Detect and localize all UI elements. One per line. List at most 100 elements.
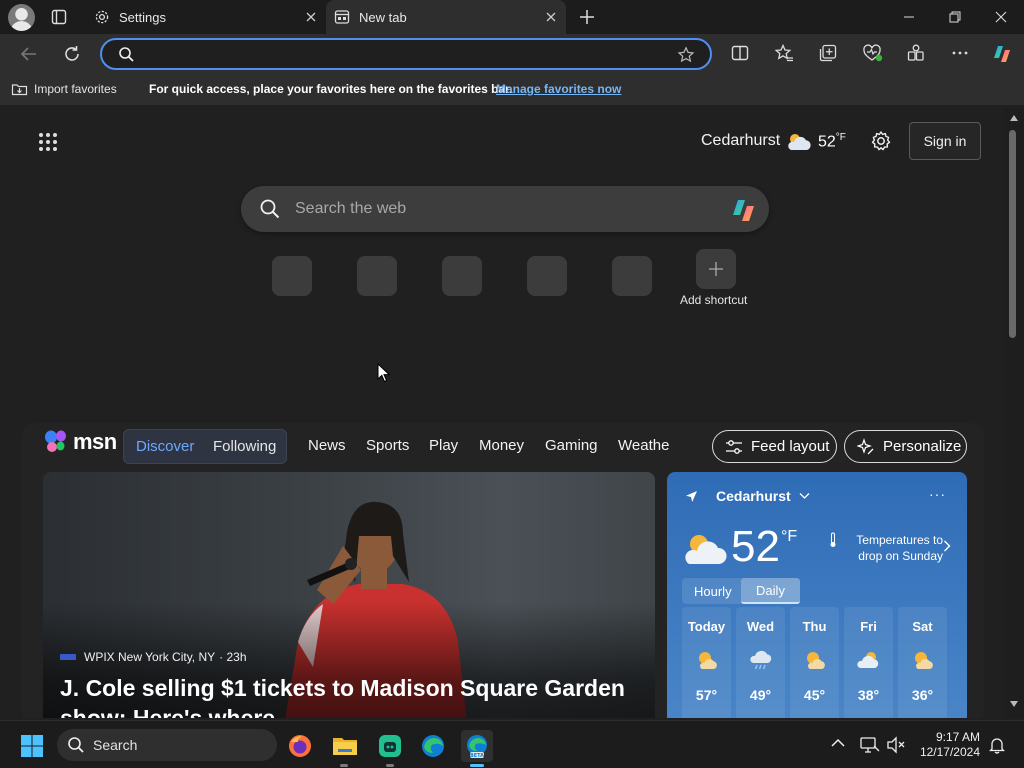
tab-daily[interactable]: Daily: [741, 578, 800, 604]
story-source[interactable]: WPIX New York City, NY · 23h: [60, 650, 247, 664]
msn-butterfly-icon: [44, 429, 70, 455]
forecast-day[interactable]: Wed 49°: [736, 607, 785, 718]
star-icon[interactable]: [677, 46, 695, 64]
tab-discover[interactable]: Discover: [136, 438, 194, 455]
notification-bell-icon[interactable]: [989, 736, 1005, 754]
tab-new-tab[interactable]: New tab: [326, 0, 566, 34]
tab-label: Settings: [119, 9, 166, 25]
day-name: Fri: [860, 619, 877, 634]
volume-muted-icon[interactable]: [886, 736, 906, 754]
add-shortcut-button[interactable]: [696, 249, 736, 289]
weather-location-name: Cedarhurst: [716, 488, 791, 504]
weather-card[interactable]: Cedarhurst ··· 52 °F Temperatures to dro…: [667, 472, 967, 718]
tab-actions-icon[interactable]: [50, 8, 68, 26]
firefox-icon[interactable]: [284, 730, 316, 762]
back-button[interactable]: [18, 43, 40, 65]
forecast-day[interactable]: Thu 45°: [790, 607, 839, 718]
web-search-input[interactable]: [295, 198, 695, 220]
shortcut-tile[interactable]: [527, 256, 567, 296]
clock-time: 9:17 AM: [935, 730, 980, 744]
edge-beta-icon[interactable]: BETA: [461, 730, 493, 762]
cloudy-icon: [857, 649, 881, 671]
favorites-icon[interactable]: [774, 43, 794, 63]
nav-weather[interactable]: Weathe: [618, 437, 669, 454]
display-icon[interactable]: [860, 736, 880, 754]
weather-location[interactable]: Cedarhurst: [685, 488, 810, 504]
forecast-day[interactable]: Sat 36°: [898, 607, 947, 718]
chevron-up-icon[interactable]: [831, 738, 845, 748]
tab-hourly[interactable]: Hourly: [694, 584, 732, 599]
msn-logo[interactable]: msn: [44, 429, 117, 455]
copilot-icon[interactable]: [990, 42, 1014, 66]
refresh-button[interactable]: [61, 43, 83, 65]
copilot-icon[interactable]: [728, 196, 760, 224]
tab-settings[interactable]: Settings: [84, 0, 326, 34]
close-icon[interactable]: [304, 10, 318, 24]
scroll-down-arrow-icon[interactable]: [1009, 700, 1019, 708]
collections-icon[interactable]: [818, 43, 838, 63]
nav-play[interactable]: Play: [429, 437, 458, 454]
nav-sports[interactable]: Sports: [366, 437, 409, 454]
browser-essentials-icon[interactable]: [862, 43, 884, 63]
file-explorer-icon[interactable]: [329, 730, 361, 762]
windows-start-icon[interactable]: [20, 734, 44, 758]
nav-money[interactable]: Money: [479, 437, 524, 454]
shortcut-tile[interactable]: [357, 256, 397, 296]
sliders-icon: [725, 439, 743, 455]
shortcut-tile[interactable]: [272, 256, 312, 296]
scroll-thumb[interactable]: [1009, 130, 1016, 338]
partly-sunny-icon: [695, 649, 719, 671]
forecast-tabs: Hourly Daily: [682, 578, 800, 604]
partly-sunny-icon: [803, 649, 827, 671]
taskbar-clock[interactable]: 9:17 AM 12/17/2024: [916, 730, 980, 760]
taskbar-search-box[interactable]: Search: [57, 729, 277, 761]
manage-favorites-link[interactable]: Manage favorites now: [496, 82, 621, 96]
profile-avatar[interactable]: [8, 4, 35, 31]
minimize-button[interactable]: [886, 0, 932, 34]
forecast-day[interactable]: Fri 38°: [844, 607, 893, 718]
running-indicator: [340, 764, 348, 767]
extensions-icon[interactable]: [906, 43, 926, 63]
page-settings-gear-icon[interactable]: [870, 130, 892, 152]
close-icon[interactable]: [544, 10, 558, 24]
ntp-location[interactable]: Cedarhurst: [701, 132, 780, 150]
page-scrollbar[interactable]: [1004, 108, 1024, 718]
copilot-app-icon[interactable]: [374, 730, 406, 762]
scroll-up-arrow-icon[interactable]: [1009, 114, 1019, 122]
story-publisher: WPIX New York City, NY: [84, 650, 216, 664]
feed-view-switch: Discover Following: [123, 429, 287, 464]
tab-following[interactable]: Following: [213, 438, 276, 455]
address-input[interactable]: [142, 44, 662, 64]
app-launcher-icon[interactable]: [38, 132, 58, 152]
hero-story-card[interactable]: WPIX New York City, NY · 23h J. Cole sel…: [43, 472, 655, 718]
search-icon: [259, 198, 281, 220]
chevron-right-icon[interactable]: [943, 540, 951, 552]
nav-news[interactable]: News: [308, 437, 346, 454]
shortcut-tile[interactable]: [612, 256, 652, 296]
msn-wordmark: msn: [73, 429, 117, 454]
close-window-button[interactable]: [978, 0, 1024, 34]
edge-icon[interactable]: [417, 730, 449, 762]
more-options-icon[interactable]: [950, 43, 970, 63]
import-favorites-button[interactable]: Import favorites: [11, 81, 117, 96]
restore-button[interactable]: [932, 0, 978, 34]
weather-alert[interactable]: Temperatures to drop on Sunday: [833, 532, 943, 564]
location-arrow-icon: [685, 490, 698, 503]
shortcut-tile[interactable]: [442, 256, 482, 296]
nav-gaming[interactable]: Gaming: [545, 437, 598, 454]
split-screen-icon[interactable]: [730, 43, 750, 63]
forecast-day[interactable]: Today 57°: [682, 607, 731, 718]
clock-date: 12/17/2024: [919, 745, 980, 759]
personalize-button[interactable]: Personalize: [844, 430, 967, 463]
new-tab-button[interactable]: [578, 8, 596, 26]
story-headline[interactable]: J. Cole selling $1 tickets to Madison Sq…: [60, 673, 640, 718]
address-bar[interactable]: [100, 38, 712, 70]
partly-sunny-icon: [911, 649, 935, 671]
more-icon[interactable]: ···: [929, 486, 946, 502]
web-search-box[interactable]: [241, 186, 769, 232]
ntp-temperature[interactable]: 52°F: [818, 132, 846, 151]
day-name: Sat: [912, 619, 933, 634]
feed-layout-button[interactable]: Feed layout: [712, 430, 837, 463]
sign-in-button[interactable]: Sign in: [909, 122, 981, 160]
search-icon: [118, 46, 135, 63]
